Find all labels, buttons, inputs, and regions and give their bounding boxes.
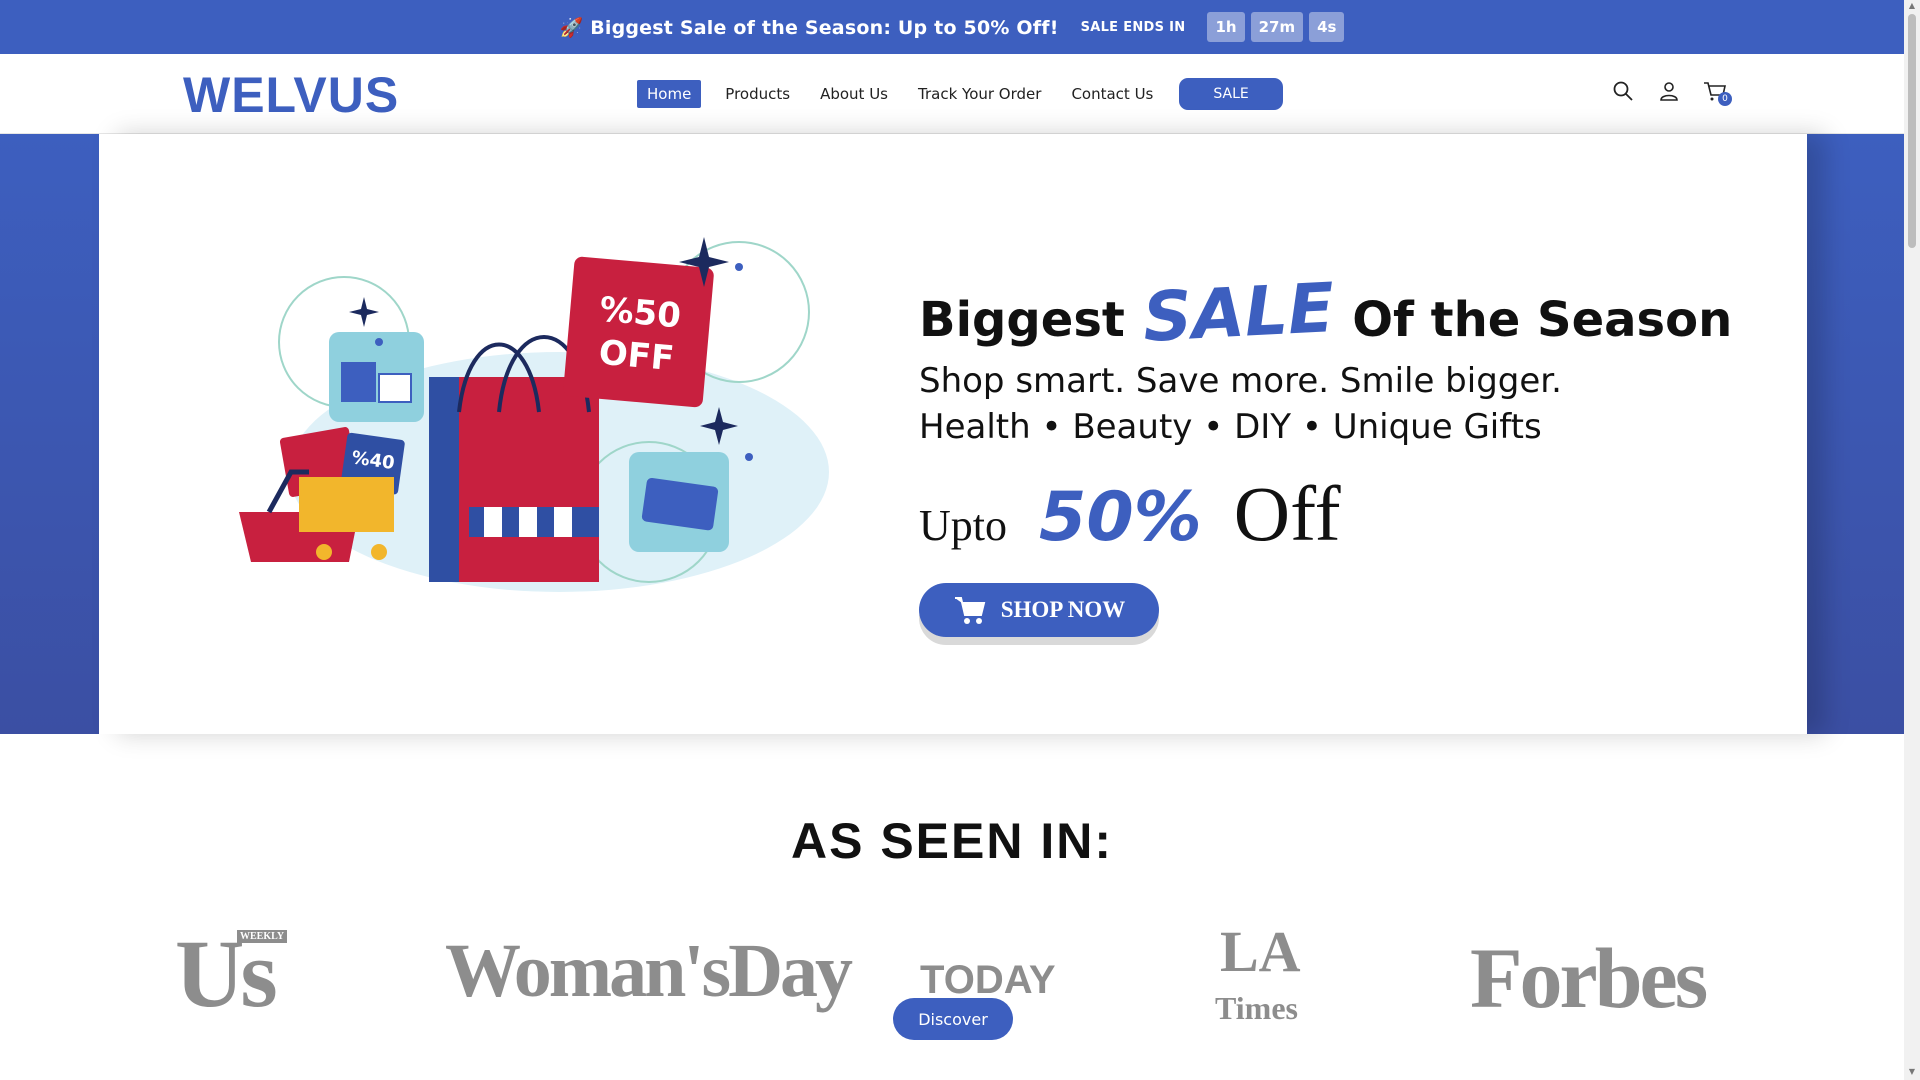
hero-banner: %50 OFF %40 Biggest SALE Of the Season S… <box>0 134 1904 734</box>
nav-products[interactable]: Products <box>715 80 800 108</box>
hero-tagline: Shop smart. Save more. Smile bigger. <box>919 361 1562 401</box>
as-seen-in-title: AS SEEN IN: <box>790 813 1114 869</box>
cart-count-badge: 0 <box>1718 92 1732 106</box>
cart-icon <box>954 597 985 624</box>
site-logo[interactable]: WELVUS <box>183 66 399 124</box>
hero-categories: Health • Beauty • DIY • Unique Gifts <box>919 407 1542 447</box>
nav-about-us[interactable]: About Us <box>810 80 898 108</box>
countdown-timer: 1h 27m 4s <box>1207 12 1345 42</box>
countdown-hours: 1h <box>1207 12 1245 42</box>
us-weekly-tag: WEEKLY <box>237 930 288 943</box>
nav-track-order[interactable]: Track Your Order <box>908 80 1051 108</box>
discover-button[interactable]: Discover <box>893 998 1013 1040</box>
shop-now-button[interactable]: SHOP NOW <box>919 583 1159 637</box>
hero-panel[interactable]: %50 OFF %40 Biggest SALE Of the Season S… <box>99 134 1807 734</box>
hero-title-after: Of the Season <box>1352 292 1733 348</box>
shop-now-label: SHOP NOW <box>1000 597 1126 622</box>
header-icons: 0 <box>1610 78 1732 106</box>
forbes-logo: Forbes <box>1470 930 1708 1026</box>
search-icon[interactable] <box>1610 78 1636 104</box>
page-scrollbar[interactable]: ▲ ▼ <box>1904 0 1920 1080</box>
hero-title-highlight: SALE <box>1140 269 1337 358</box>
nav-contact-us[interactable]: Contact Us <box>1061 80 1163 108</box>
hero-offer: Upto 50% Off <box>919 469 1739 559</box>
nav-home[interactable]: Home <box>637 80 702 108</box>
nav-sale-button[interactable]: SALE <box>1179 78 1283 110</box>
shopping-illustration: %50 OFF %40 <box>239 237 829 592</box>
site-header: WELVUS Home Products About Us Track Your… <box>0 54 1904 134</box>
offer-prefix: Upto <box>919 501 1007 550</box>
hero-copy: Biggest SALE Of the Season Shop smart. S… <box>919 269 1739 637</box>
cart-icon[interactable]: 0 <box>1702 78 1732 106</box>
tag-off: OFF <box>597 333 676 379</box>
account-icon[interactable] <box>1656 78 1682 104</box>
countdown-seconds: 4s <box>1309 12 1345 42</box>
announcement-text: 🚀 Biggest Sale of the Season: Up to 50% … <box>559 16 1059 39</box>
tag-percent-50: %50 <box>598 290 683 337</box>
announcement-bar: 🚀 Biggest Sale of the Season: Up to 50% … <box>0 0 1904 54</box>
womans-day-logo: Woman'sDay <box>445 929 853 1013</box>
page: 🚀 Biggest Sale of the Season: Up to 50% … <box>0 0 1920 1080</box>
main-nav: Home Products About Us Track Your Order … <box>637 78 1283 110</box>
today-logo: TODAY <box>920 958 1056 1002</box>
scroll-thumb[interactable] <box>1908 14 1916 248</box>
scroll-up-icon[interactable]: ▲ <box>1908 2 1916 10</box>
offer-suffix: Off <box>1233 470 1341 557</box>
scroll-down-icon[interactable]: ▼ <box>1908 1068 1916 1076</box>
offer-percent: 50% <box>1039 478 1202 557</box>
countdown-minutes: 27m <box>1250 12 1304 42</box>
countdown-label: SALE ENDS IN <box>1080 19 1186 35</box>
hero-title-before: Biggest <box>919 292 1125 348</box>
la-times-logo-top: LA <box>1220 919 1301 984</box>
la-times-logo-bottom: Times <box>1215 990 1298 1026</box>
hero-title: Biggest SALE Of the Season <box>919 269 1739 358</box>
